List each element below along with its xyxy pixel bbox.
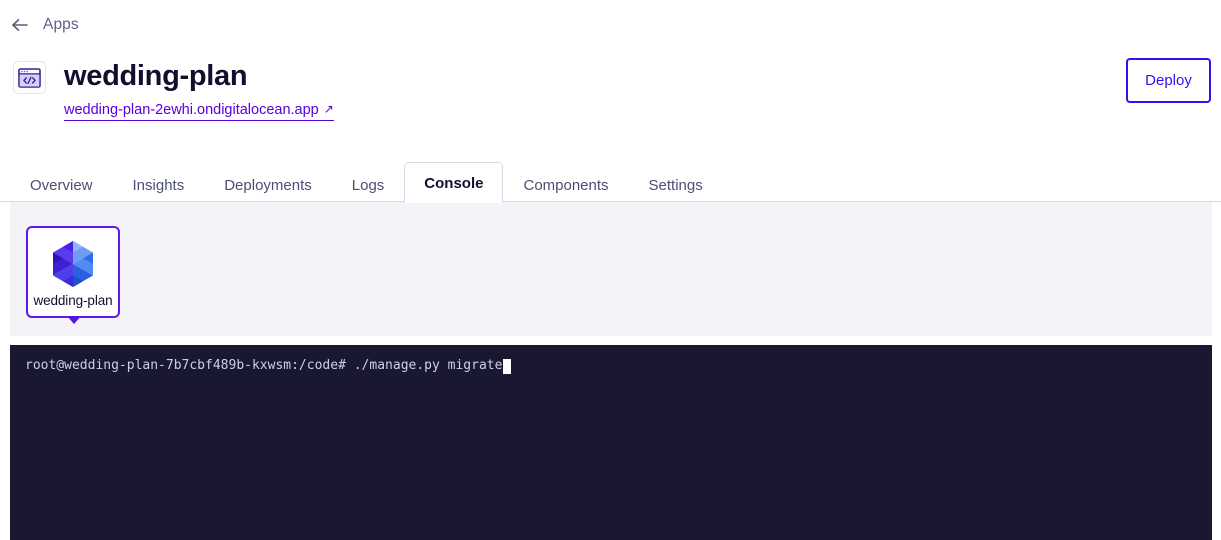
page-title: wedding-plan — [64, 60, 248, 92]
app-url-text: wedding-plan-2ewhi.ondigitalocean.app — [64, 102, 319, 118]
tab-components[interactable]: Components — [503, 168, 628, 202]
tab-settings[interactable]: Settings — [629, 168, 723, 202]
gem-cube-icon — [50, 237, 96, 289]
console-terminal[interactable]: root@wedding-plan-7b7cbf489b-kxwsm:/code… — [10, 345, 1212, 540]
tab-insights[interactable]: Insights — [113, 168, 205, 202]
external-link-icon: ↗ — [323, 102, 334, 116]
tab-logs[interactable]: Logs — [332, 168, 405, 202]
terminal-cursor — [503, 358, 512, 374]
tab-console[interactable]: Console — [404, 162, 504, 203]
component-card-wedding-plan[interactable]: wedding-plan — [26, 226, 120, 318]
component-card-label: wedding-plan — [33, 292, 113, 308]
app-url-link[interactable]: wedding-plan-2ewhi.ondigitalocean.app ↗ — [64, 102, 334, 121]
arrow-left-icon[interactable] — [10, 15, 30, 35]
tab-bar: Overview Insights Deployments Logs Conso… — [0, 160, 1221, 203]
app-console-page: Apps wedding-plan wedding-plan-2ewhi.ond… — [0, 0, 1221, 540]
terminal-prompt: root@wedding-plan-7b7cbf489b-kxwsm:/code… — [25, 358, 346, 373]
breadcrumb-label[interactable]: Apps — [43, 16, 79, 34]
tab-deployments[interactable]: Deployments — [204, 168, 332, 202]
deploy-button[interactable]: Deploy — [1126, 58, 1211, 103]
component-selector-strip: wedding-plan — [10, 202, 1212, 336]
tab-overview[interactable]: Overview — [10, 168, 113, 202]
app-header: wedding-plan wedding-plan-2ewhi.ondigita… — [10, 54, 1211, 134]
breadcrumb[interactable]: Apps — [10, 13, 79, 37]
component-selected-caret-icon — [67, 316, 81, 324]
terminal-prompt-line: root@wedding-plan-7b7cbf489b-kxwsm:/code… — [25, 357, 512, 375]
code-window-icon — [13, 61, 46, 94]
terminal-command: ./manage.py migrate — [345, 358, 503, 373]
